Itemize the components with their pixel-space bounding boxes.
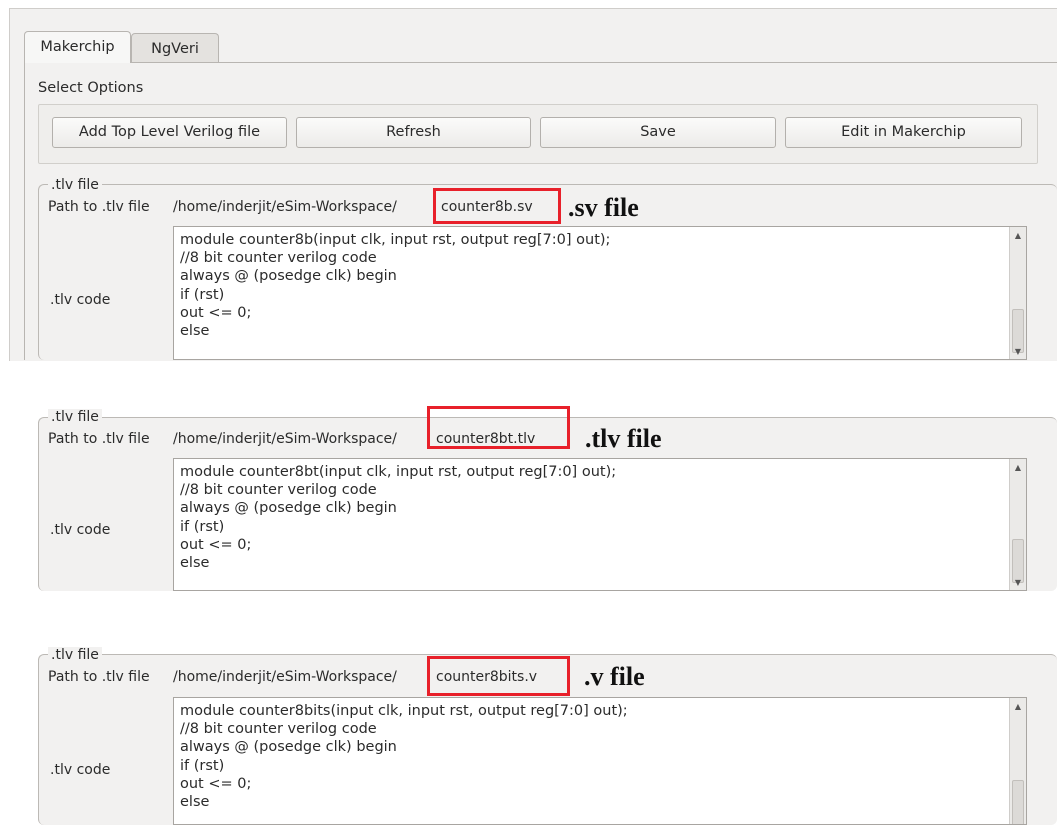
code-editor[interactable]: module counter8bt(input clk, input rst, … xyxy=(173,458,1027,591)
triangle-down-icon[interactable]: ▼ xyxy=(1010,345,1026,359)
vertical-scrollbar[interactable]: ▲ xyxy=(1009,698,1026,824)
triangle-up-icon[interactable]: ▲ xyxy=(1010,700,1026,714)
path-file: counter8bt.tlv xyxy=(436,431,536,447)
code-label: .tlv code xyxy=(50,522,111,538)
code-editor[interactable]: module counter8bits(input clk, input rst… xyxy=(173,697,1027,825)
path-label: Path to .tlv file xyxy=(48,199,150,215)
code-editor[interactable]: module counter8b(input clk, input rst, o… xyxy=(173,226,1027,360)
code-text[interactable]: module counter8b(input clk, input rst, o… xyxy=(180,231,610,340)
edit-in-makerchip-button[interactable]: Edit in Makerchip xyxy=(785,117,1022,148)
select-options-title: Select Options xyxy=(38,80,144,96)
file-type-annotation: .v file xyxy=(584,662,645,691)
tab-ngveri[interactable]: NgVeri xyxy=(131,33,219,63)
path-file: counter8b.sv xyxy=(441,199,533,215)
triangle-down-icon[interactable]: ▼ xyxy=(1010,576,1026,590)
save-button[interactable]: Save xyxy=(540,117,776,148)
file-type-annotation: .sv file xyxy=(568,193,639,222)
path-label: Path to .tlv file xyxy=(48,669,150,685)
path-label: Path to .tlv file xyxy=(48,431,150,447)
code-text[interactable]: module counter8bt(input clk, input rst, … xyxy=(180,463,616,572)
path-dir: /home/inderjit/eSim-Workspace/ xyxy=(173,431,397,447)
tlv-file-legend: .tlv file xyxy=(48,647,102,663)
tlv-file-legend: .tlv file xyxy=(48,409,102,425)
add-top-level-verilog-button[interactable]: Add Top Level Verilog file xyxy=(52,117,287,148)
tlv-file-legend: .tlv file xyxy=(48,177,102,193)
code-label: .tlv code xyxy=(50,762,111,778)
vertical-scrollbar[interactable]: ▲ ▼ xyxy=(1009,459,1026,590)
scroll-thumb[interactable] xyxy=(1012,780,1024,824)
path-dir: /home/inderjit/eSim-Workspace/ xyxy=(173,199,397,215)
path-file: counter8bits.v xyxy=(436,669,538,685)
vertical-scrollbar[interactable]: ▲ ▼ xyxy=(1009,227,1026,359)
path-dir: /home/inderjit/eSim-Workspace/ xyxy=(173,669,397,685)
code-label: .tlv code xyxy=(50,292,111,308)
code-text[interactable]: module counter8bits(input clk, input rst… xyxy=(180,702,628,811)
tab-makerchip[interactable]: Makerchip xyxy=(24,31,131,63)
refresh-button[interactable]: Refresh xyxy=(296,117,531,148)
file-type-annotation: .tlv file xyxy=(585,424,662,453)
triangle-up-icon[interactable]: ▲ xyxy=(1010,229,1026,243)
triangle-up-icon[interactable]: ▲ xyxy=(1010,461,1026,475)
